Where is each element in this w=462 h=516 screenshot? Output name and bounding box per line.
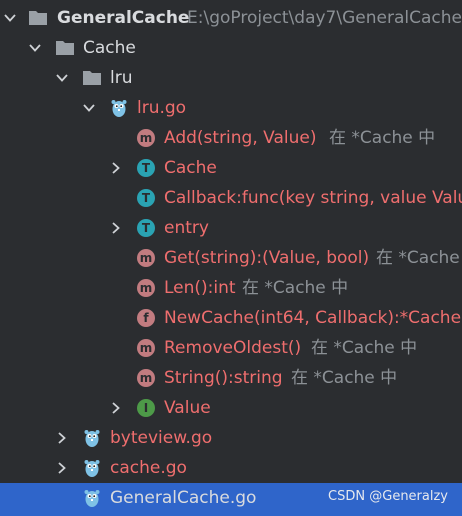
root-folder-label: GeneralCache <box>57 8 190 28</box>
cache-folder-label: Cache <box>83 38 136 58</box>
method-icon: m <box>137 129 155 147</box>
tree-node-add[interactable]: m Add(string, Value) 在 *Cache 中 <box>0 123 462 153</box>
go-gopher-icon <box>109 98 129 118</box>
chevron-right-icon[interactable] <box>109 401 123 415</box>
root-folder-path: E:\goProject\day7\GeneralCache <box>187 8 462 28</box>
chevron-right-icon[interactable] <box>109 221 123 235</box>
folder-icon <box>82 68 102 88</box>
type-icon: T <box>137 219 155 237</box>
tree-node-entry[interactable]: T entry <box>0 213 462 243</box>
file-label: GeneralCache.go <box>110 488 257 508</box>
go-gopher-icon <box>82 488 102 508</box>
tree-node-lru-folder[interactable]: lru <box>0 63 462 93</box>
member-label: Callback:func(key string, value Value) <box>164 188 462 208</box>
file-label: byteview.go <box>110 428 213 448</box>
tree-node-cache-folder[interactable]: Cache <box>0 33 462 63</box>
watermark: CSDN @Generalzy <box>328 489 448 504</box>
lru-go-label: lru.go <box>137 98 187 118</box>
tree-node-lru-go[interactable]: lru.go <box>0 93 462 123</box>
type-icon: T <box>137 159 155 177</box>
chevron-down-icon[interactable] <box>55 71 69 85</box>
method-icon: m <box>137 249 155 267</box>
chevron-right-icon[interactable] <box>109 161 123 175</box>
tree-node-generalcache-go[interactable]: GeneralCache.go CSDN @Generalzy <box>0 483 462 516</box>
tree-node-value[interactable]: I Value <box>0 393 462 423</box>
method-icon: m <box>137 339 155 357</box>
member-label: Cache <box>164 158 217 178</box>
tree-node-callback[interactable]: T Callback:func(key string, value Value) <box>0 183 462 213</box>
folder-icon <box>28 8 48 28</box>
member-label: Get(string):(Value, bool) <box>164 248 370 268</box>
tree-node-removeoldest[interactable]: m RemoveOldest() 在 *Cache 中 <box>0 333 462 363</box>
member-label: String():string <box>164 368 283 388</box>
member-label: Value <box>164 398 211 418</box>
member-label: Add(string, Value) <box>164 128 317 148</box>
tree-node-root[interactable]: GeneralCache E:\goProject\day7\GeneralCa… <box>0 3 462 33</box>
chevron-right-icon[interactable] <box>55 431 69 445</box>
tree-node-len[interactable]: m Len():int 在 *Cache 中 <box>0 273 462 303</box>
file-label: cache.go <box>110 458 187 478</box>
method-icon: m <box>137 279 155 297</box>
chevron-down-icon[interactable] <box>3 11 17 25</box>
member-label: Len():int <box>164 278 236 298</box>
function-icon: f <box>137 309 155 327</box>
lru-folder-label: lru <box>110 68 133 88</box>
member-hint: 在 *Cache 中 <box>329 128 436 148</box>
tree-node-get[interactable]: m Get(string):(Value, bool) 在 *Cache 中 <box>0 243 462 273</box>
member-label: NewCache(int64, Callback):*Cache <box>164 308 462 328</box>
project-tree: GeneralCache E:\goProject\day7\GeneralCa… <box>0 0 462 516</box>
go-gopher-icon <box>82 428 102 448</box>
tree-node-byteview-go[interactable]: byteview.go <box>0 423 462 453</box>
interface-icon: I <box>137 399 155 417</box>
method-icon: m <box>137 369 155 387</box>
go-gopher-icon <box>82 458 102 478</box>
chevron-down-icon[interactable] <box>82 101 96 115</box>
tree-node-cache-type[interactable]: T Cache <box>0 153 462 183</box>
tree-node-newcache[interactable]: f NewCache(int64, Callback):*Cache <box>0 303 462 333</box>
chevron-down-icon[interactable] <box>28 41 42 55</box>
type-icon: T <box>137 189 155 207</box>
member-hint: 在 *Cache 中 <box>242 278 349 298</box>
tree-node-string[interactable]: m String():string 在 *Cache 中 <box>0 363 462 393</box>
member-hint: 在 *Cache 中 <box>291 368 398 388</box>
member-hint: 在 *Cache 中 <box>376 248 462 268</box>
tree-node-cache-go[interactable]: cache.go <box>0 453 462 483</box>
folder-icon <box>55 38 75 58</box>
member-label: RemoveOldest() <box>164 338 302 358</box>
member-label: entry <box>164 218 209 238</box>
member-hint: 在 *Cache 中 <box>311 338 418 358</box>
chevron-right-icon[interactable] <box>55 461 69 475</box>
